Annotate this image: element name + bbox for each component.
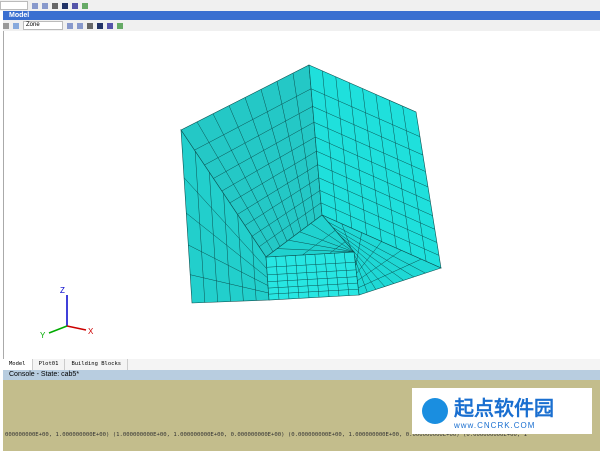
- view-icon[interactable]: [67, 22, 73, 29]
- axis-z-label: Z: [60, 286, 65, 295]
- model-viewport[interactable]: Z X Y: [3, 31, 600, 359]
- view-icon[interactable]: [32, 2, 38, 9]
- plus-icon[interactable]: [107, 22, 113, 29]
- green-icon[interactable]: [82, 2, 88, 9]
- logo-icon: [422, 398, 448, 424]
- console-title: Console - State: cab5*: [3, 370, 600, 380]
- watermark-url: www.CNCRK.COM: [454, 421, 536, 430]
- main-toolbar: [0, 0, 600, 11]
- eye-icon[interactable]: [3, 22, 9, 29]
- tab-model[interactable]: Model: [3, 359, 33, 370]
- plus-icon[interactable]: [72, 2, 78, 9]
- toolbar-select[interactable]: [0, 1, 28, 10]
- green-icon[interactable]: [117, 22, 123, 29]
- model-toolbar: Zone: [3, 20, 600, 31]
- grid-icon[interactable]: [52, 2, 58, 9]
- tab-building-blocks[interactable]: Building Blocks: [65, 359, 129, 370]
- watermark-logo: 起点软件园 www.CNCRK.COM: [412, 388, 592, 434]
- mesh-model: Z X Y: [40, 64, 442, 340]
- tab-plot01[interactable]: Plot01: [33, 359, 66, 370]
- axis-triad: Z X Y: [40, 286, 94, 340]
- tab-bar: Model Plot01 Building Blocks: [3, 359, 600, 370]
- blocks-icon[interactable]: [62, 2, 68, 9]
- zone-select[interactable]: Zone: [23, 21, 63, 30]
- axis-x-label: X: [88, 327, 94, 336]
- grid-icon[interactable]: [87, 22, 93, 29]
- pointer-icon[interactable]: [13, 22, 19, 29]
- watermark-name: 起点软件园: [454, 398, 554, 420]
- view-icon[interactable]: [42, 2, 48, 9]
- blocks-icon[interactable]: [97, 22, 103, 29]
- view-icon[interactable]: [77, 22, 83, 29]
- axis-y-label: Y: [40, 331, 46, 340]
- window-title: Model: [3, 11, 600, 20]
